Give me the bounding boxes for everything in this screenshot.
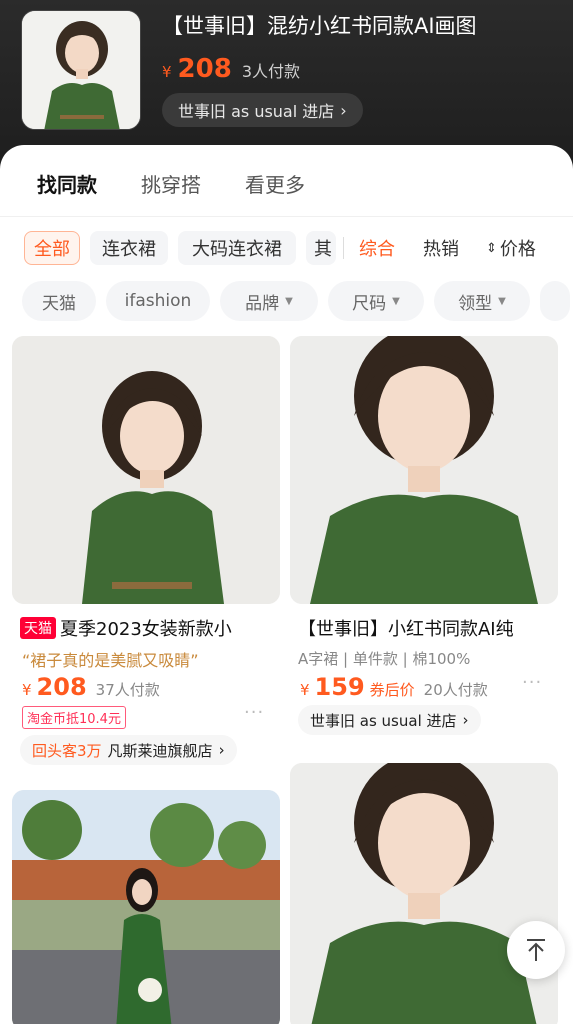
chip-other[interactable]: 其 [306,231,336,265]
product-price-row-2: ¥ 159 券后价 20人付款 [300,673,488,701]
header-store-label: 世事旧 as usual 进店 [178,102,335,121]
product-price-2: 159 [314,673,365,701]
chip-all[interactable]: 全部 [24,231,80,265]
product-title-text-2: 【世事旧】小红书同款AI纯 [298,619,514,640]
store-name-2: 世事旧 as usual 进店 [310,711,457,730]
product-review-quote: “裙子真的是美腻又吸睛” [22,651,199,670]
pill-size-label: 尺码 [352,293,387,314]
chevron-right-icon: › [218,741,225,759]
tab-see-more[interactable]: 看更多 [245,169,305,198]
back-to-top-icon [527,939,545,961]
pill-neckline[interactable]: 领型 ▼ [434,281,530,321]
store-link-1[interactable]: 回头客3万 凡斯莱迪旗舰店 › [20,735,237,765]
sort-comprehensive[interactable]: 综合 [359,235,395,261]
product-title-text-1: 夏季2023女装新款小 [60,619,232,640]
pill-ifashion[interactable]: ifashion [106,281,210,321]
product-thumbnail[interactable] [21,10,141,130]
product-image-1[interactable] [12,336,280,604]
caret-down-icon: ▼ [392,295,400,307]
product-attributes-2: A字裙 | 单件款 | 棉100% [298,650,471,668]
tab-bar: 找同款 挑穿搭 看更多 [0,145,573,217]
pill-more[interactable] [540,281,570,321]
after-coupon-label: 券后价 [369,681,415,699]
chevron-right-icon: › [462,711,469,729]
pill-tmall[interactable]: 天猫 [22,281,96,321]
currency-symbol: ¥ [22,681,32,699]
sort-price-label: 价格 [499,239,536,260]
product-image-2[interactable] [290,336,558,604]
chip-plus-size-dress[interactable]: 大码连衣裙 [178,231,296,265]
product-title-2[interactable]: 【世事旧】小红书同款AI纯 [298,615,558,641]
product-image-3[interactable] [12,790,280,1024]
category-filter-row: 全部 连衣裙 大码连衣裙 其 综合 热销 ⇕ 价格 [0,231,573,267]
header-price: 208 [177,54,232,84]
sort-price[interactable]: ⇕ 价格 [486,235,536,261]
back-to-top-button[interactable] [507,921,565,979]
product-paid-1: 37人付款 [95,681,160,699]
store-name-1: 凡斯莱迪旗舰店 [107,741,213,760]
store-link-2[interactable]: 世事旧 as usual 进店 › [298,705,481,735]
tab-find-similar[interactable]: 找同款 [37,169,97,198]
tmall-badge: 天猫 [20,617,56,639]
tab-outfit[interactable]: 挑穿搭 [141,169,201,198]
results-sheet: 找同款 挑穿搭 看更多 全部 连衣裙 大码连衣裙 其 综合 热销 ⇕ 价格 天猫… [0,145,573,1024]
header-price-row: ¥ 208 3人付款 [162,54,300,84]
attribute-pill-row: 天猫 ifashion 品牌 ▼ 尺码 ▼ 领型 ▼ [0,281,573,321]
caret-down-icon: ▼ [285,295,293,307]
more-options-icon[interactable]: ··· [244,702,264,723]
product-image-4[interactable] [290,763,558,1024]
pill-neckline-label: 领型 [458,293,493,314]
product-title-1[interactable]: 天猫 夏季2023女装新款小 [20,615,276,641]
header-product-title: 【世事旧】混纺小红书同款AI画图 [162,14,477,38]
currency-symbol: ¥ [162,63,172,81]
currency-symbol: ¥ [300,681,310,699]
pill-size[interactable]: 尺码 ▼ [328,281,424,321]
header-store-button[interactable]: 世事旧 as usual 进店 › [162,93,363,127]
chevron-right-icon: › [340,100,347,120]
chip-dress[interactable]: 连衣裙 [90,231,168,265]
filter-divider [343,237,344,259]
caret-down-icon: ▼ [498,295,506,307]
more-options-icon[interactable]: ··· [522,672,542,693]
repeat-customer-badge: 回头客3万 [32,741,102,760]
pill-brand[interactable]: 品牌 ▼ [220,281,318,321]
product-price-row-1: ¥ 208 37人付款 [22,673,160,701]
product-price-1: 208 [36,673,87,701]
coin-discount-tag: 淘金币抵10.4元 [22,706,126,729]
pill-brand-label: 品牌 [245,293,280,314]
sort-bestselling[interactable]: 热销 [423,235,459,261]
product-paid-2: 20人付款 [423,681,488,699]
sort-updown-icon: ⇕ [486,240,497,256]
header-paid-count: 3人付款 [241,62,301,81]
